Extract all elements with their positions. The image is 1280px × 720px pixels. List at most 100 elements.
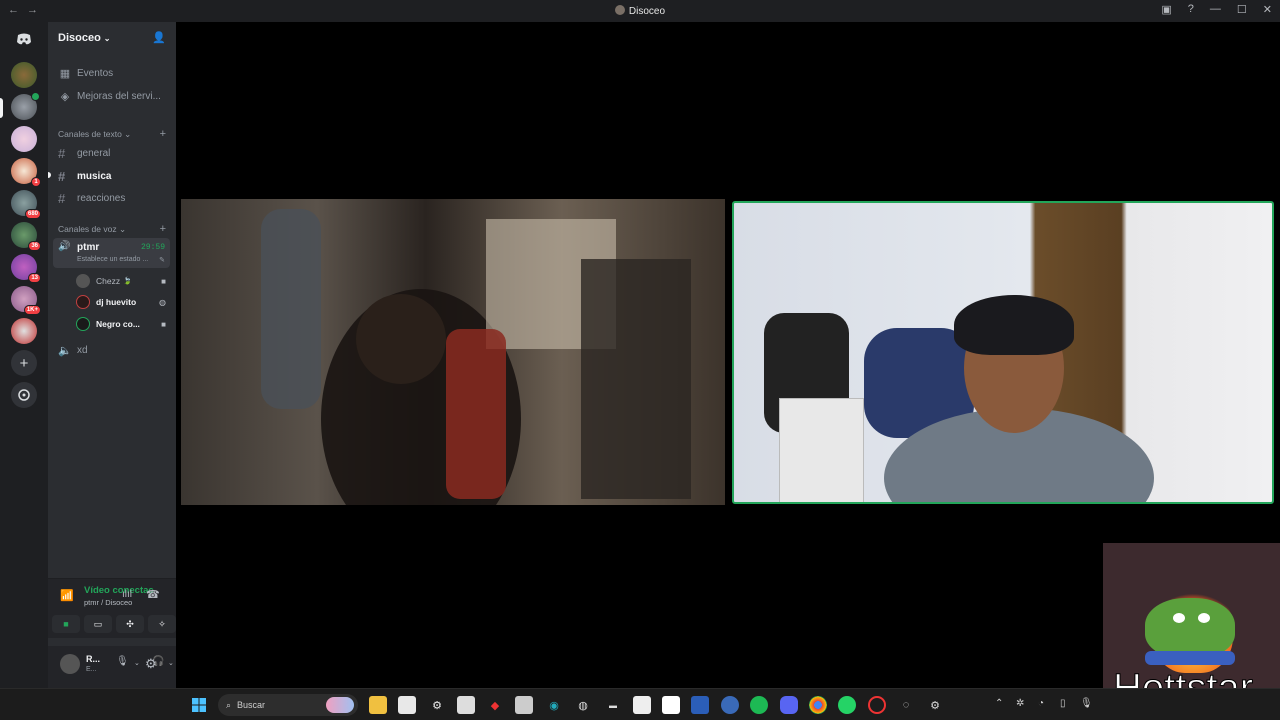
channel-musica[interactable]: # musica <box>58 169 111 184</box>
voice-user[interactable]: dj huevito ◍ <box>76 295 166 309</box>
voice-status-text[interactable]: Establece un estado ... <box>77 256 148 263</box>
text-category[interactable]: Canales de texto ⌄ + <box>58 128 166 140</box>
selected-server-pill <box>0 98 3 118</box>
screenshare-button[interactable]: ▭ <box>84 615 112 633</box>
camera-button[interactable]: ■ <box>52 615 80 633</box>
discord-icon[interactable] <box>780 696 798 714</box>
username[interactable]: R... <box>86 654 100 664</box>
video-tile-left[interactable] <box>181 199 725 505</box>
tray-app-icon[interactable]: ✲ <box>1016 698 1024 709</box>
steam-icon[interactable]: ⚙ <box>428 696 446 714</box>
signal-icon[interactable]: 📶 <box>60 589 74 602</box>
frog-eye <box>1198 613 1210 623</box>
microphone-icon[interactable]: 🎙 <box>1080 698 1093 709</box>
chrome-icon[interactable] <box>809 696 827 714</box>
edge-icon[interactable]: ◉ <box>545 696 563 714</box>
opera-icon[interactable] <box>868 696 886 714</box>
person-hair <box>954 295 1074 355</box>
game-icon[interactable]: ◆ <box>486 696 504 714</box>
microphone-icon[interactable]: 🎙 <box>116 656 129 667</box>
app-icon[interactable] <box>457 696 475 714</box>
voice-channel-ptmr[interactable]: 🔊 ptmr 29:59 Establece un estado ... ✎ <box>53 238 170 268</box>
maximize-button[interactable]: ☐ <box>1237 3 1247 16</box>
calendar-icon[interactable] <box>633 696 651 714</box>
voice-channel-xd[interactable]: 🔈 xd <box>58 344 87 357</box>
tray-app-icon[interactable]: ◔ <box>1038 698 1044 709</box>
help-icon[interactable]: ? <box>1188 3 1194 16</box>
channel-reacciones[interactable]: # reacciones <box>58 191 125 206</box>
voice-status[interactable]: Vídeo conectac <box>84 585 154 596</box>
disconnect-icon[interactable]: ☎ <box>146 588 160 601</box>
taskbar-search[interactable]: ⌕ Buscar <box>218 694 358 716</box>
vpn-icon[interactable] <box>721 696 739 714</box>
unread-indicator <box>48 172 51 178</box>
voice-user[interactable]: Chezz 🍃 ■ <box>76 274 166 288</box>
chair <box>446 329 506 499</box>
chevron-up-icon[interactable]: ⌃ <box>995 698 1003 709</box>
server-header[interactable]: Disoceo ⌄ 👤 <box>48 22 176 54</box>
inbox-icon[interactable]: ▣ <box>1161 3 1171 16</box>
add-channel-icon[interactable]: + <box>160 128 166 140</box>
hash-icon: # <box>58 191 66 206</box>
chevron-down-icon: ⌄ <box>103 33 111 43</box>
server-icon-6[interactable]: 36 <box>11 222 41 251</box>
steam-icon[interactable]: ◍ <box>574 696 592 714</box>
person-head <box>356 294 446 384</box>
add-server-icon[interactable]: + <box>11 350 37 376</box>
frog-shirt <box>1145 651 1235 665</box>
voice-category[interactable]: Canales de voz ⌄ + <box>58 223 166 235</box>
notes-icon[interactable] <box>515 696 533 714</box>
sticker-overlay: Hottstar <box>1103 543 1280 688</box>
invite-people-icon[interactable]: 👤 <box>152 31 166 44</box>
notion-icon[interactable] <box>662 696 680 714</box>
voice-timer: 29:59 <box>140 243 165 252</box>
user-panel: R... E... 🎙 ⌄ 🎧 ⌄ <box>48 646 176 688</box>
discover-icon[interactable] <box>11 382 37 408</box>
edit-icon[interactable]: ✎ <box>159 256 165 264</box>
server-icon-7[interactable]: 13 <box>11 254 41 283</box>
server-icon-9[interactable] <box>11 318 37 344</box>
speaker-icon: 🔈 <box>58 345 72 357</box>
server-icon-disoceo[interactable] <box>11 92 40 120</box>
chevron-down-icon[interactable]: ⌄ <box>168 659 174 667</box>
chevron-down-icon[interactable]: ⌄ <box>134 659 140 667</box>
app-icon[interactable]: ▬ <box>604 696 622 714</box>
avatar[interactable] <box>60 654 80 674</box>
add-channel-icon[interactable]: + <box>160 223 166 235</box>
minimize-button[interactable]: — <box>1210 3 1221 16</box>
channel-general[interactable]: # general <box>58 146 110 161</box>
server-icon-5[interactable]: 680 <box>11 190 41 219</box>
video-tile-right-speaking[interactable] <box>732 201 1274 504</box>
server-icon-3[interactable] <box>11 126 37 152</box>
voice-connection-panel: 📶 Vídeo conectac ptmr / Disoceo ılıl ☎ ■… <box>48 578 176 638</box>
taskbar: ⌕ Buscar ⚙ ◆ ◉ ◍ ▬ ◌ ⚙ ⌃ ✲ ◔ ▯ 🎙 <box>0 688 1280 720</box>
store-icon[interactable] <box>398 696 416 714</box>
hanging-cloth <box>261 209 321 409</box>
soundboard-button[interactable]: ✧ <box>148 615 176 633</box>
close-button[interactable]: ✕ <box>1263 3 1272 16</box>
server-icon-4[interactable]: 1 <box>11 158 41 187</box>
status-leaf-icon: 🍃 <box>123 278 132 285</box>
settings-gear-icon[interactable]: ⚙ <box>145 656 157 672</box>
avatar <box>76 317 90 331</box>
server-boosts-item[interactable]: ◈ Mejoras del servi... <box>58 90 161 103</box>
windows-start-icon[interactable] <box>190 696 208 714</box>
hash-icon: # <box>58 146 66 161</box>
noise-suppression-icon[interactable]: ılıl <box>122 589 132 600</box>
user-status: E... <box>86 666 97 673</box>
spotify-icon[interactable] <box>750 696 768 714</box>
file-explorer-icon[interactable] <box>369 696 387 714</box>
events-item[interactable]: ▦ Eventos <box>58 67 113 80</box>
word-icon[interactable] <box>691 696 709 714</box>
battery-icon[interactable]: ▯ <box>1060 698 1066 709</box>
app-icon[interactable]: ◌ <box>897 696 915 714</box>
voice-user[interactable]: Negro co... ■ <box>76 317 166 331</box>
screenshare-icon: ◍ <box>159 297 166 307</box>
whatsapp-icon[interactable] <box>838 696 856 714</box>
server-name: Disoceo <box>58 32 101 44</box>
server-icon-8[interactable]: 1K+ <box>11 286 41 315</box>
activities-button[interactable]: ✣ <box>116 615 144 633</box>
server-icon-1[interactable] <box>11 62 37 88</box>
settings-icon[interactable]: ⚙ <box>926 696 944 714</box>
discord-home-icon[interactable] <box>11 26 37 52</box>
